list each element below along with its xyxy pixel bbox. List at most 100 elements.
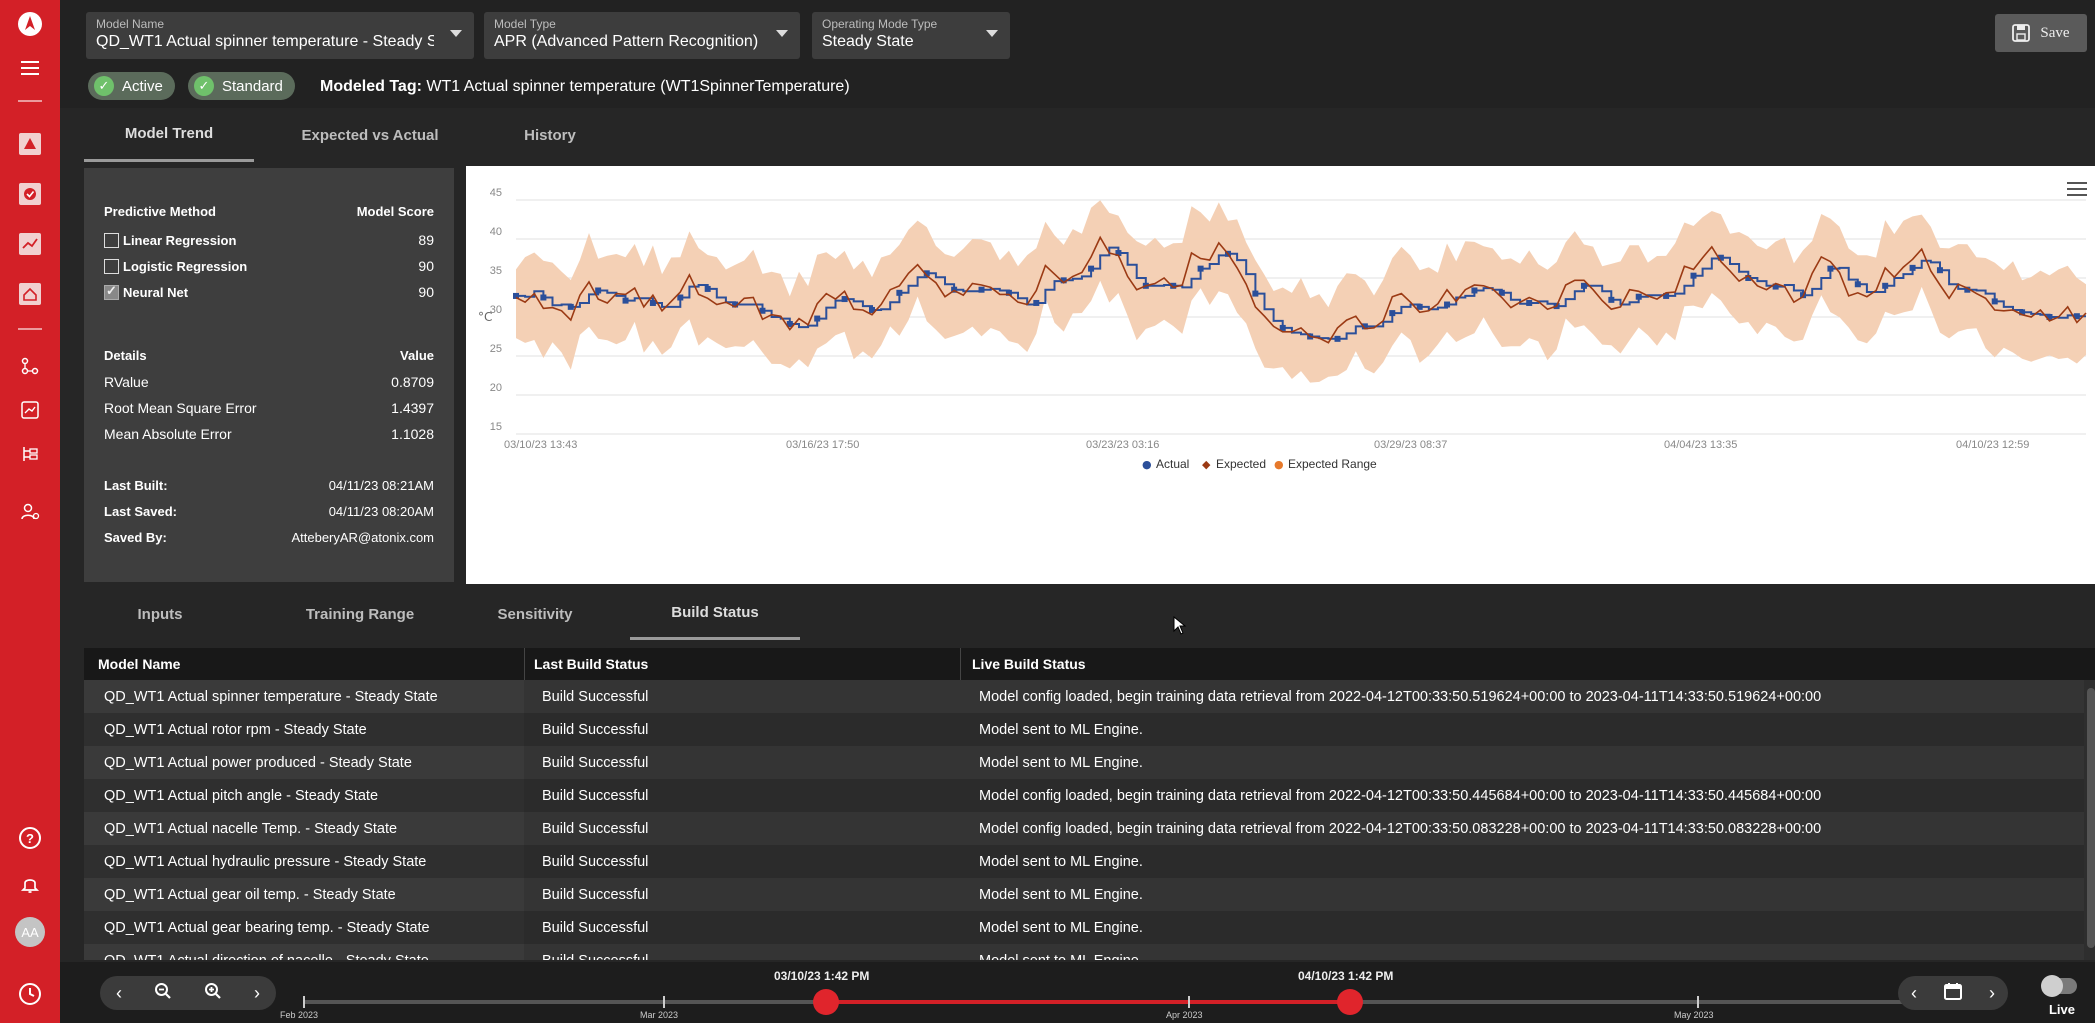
alert-icon[interactable] bbox=[10, 124, 50, 164]
hierarchy-icon[interactable] bbox=[10, 434, 50, 474]
actual-point bbox=[1088, 265, 1095, 272]
chevron-left-icon[interactable]: ‹ bbox=[1911, 983, 1917, 1004]
checkbox[interactable] bbox=[104, 258, 119, 274]
check-circle-icon[interactable] bbox=[10, 174, 50, 214]
help-icon[interactable]: ? bbox=[10, 818, 50, 858]
modeled-tag-label: Modeled Tag: bbox=[320, 78, 422, 95]
method-header-row: Predictive Method Model Score bbox=[104, 204, 434, 219]
build-row: Saved By: AtteberyAR@atonix.com bbox=[104, 530, 434, 545]
tab-build-status[interactable]: Build Status bbox=[630, 588, 800, 640]
detail-label: RValue bbox=[104, 374, 149, 390]
active-chip-label: Active bbox=[122, 77, 163, 95]
column-header-model-name[interactable]: Model Name bbox=[98, 656, 180, 672]
timeline-end-handle[interactable] bbox=[1337, 989, 1363, 1015]
detail-value: 1.4397 bbox=[391, 400, 434, 416]
save-button[interactable]: Save bbox=[1995, 14, 2087, 52]
user-settings-icon[interactable] bbox=[10, 492, 50, 532]
table-scrollbar[interactable] bbox=[2087, 688, 2095, 948]
checkbox[interactable] bbox=[104, 232, 119, 248]
build-label: Last Saved: bbox=[104, 504, 177, 519]
table-row[interactable]: QD_WT1 Actual pitch angle - Steady State… bbox=[84, 779, 2084, 812]
model-type-select[interactable]: Model Type APR (Advanced Pattern Recogni… bbox=[484, 12, 800, 59]
method-row: Linear Regression 89 bbox=[104, 232, 434, 248]
cell-last-build-status: Build Successful bbox=[542, 953, 648, 961]
avatar[interactable]: AA bbox=[10, 912, 50, 952]
expected-range-area bbox=[516, 200, 2086, 383]
model-network-icon[interactable] bbox=[10, 346, 50, 386]
actual-point bbox=[1444, 301, 1451, 308]
column-header-live-build[interactable]: Live Build Status bbox=[972, 656, 1086, 672]
live-toggle[interactable] bbox=[2041, 975, 2077, 997]
cell-live-build-status: Model sent to ML Engine. bbox=[979, 953, 1143, 961]
x-tick-label: 04/04/23 13:35 bbox=[1664, 439, 1737, 451]
table-row[interactable]: QD_WT1 Actual gear oil temp. - Steady St… bbox=[84, 878, 2084, 911]
timeline-month-label: May 2023 bbox=[1674, 1010, 1714, 1020]
method-option[interactable]: Linear Regression bbox=[104, 232, 236, 248]
timeline-zoom-controls: ‹ › bbox=[100, 976, 276, 1010]
legend-marker: ◆ bbox=[1202, 458, 1211, 471]
detail-label: Mean Absolute Error bbox=[104, 426, 232, 442]
table-row[interactable]: QD_WT1 Actual power produced - Steady St… bbox=[84, 746, 2084, 779]
bell-icon[interactable] bbox=[10, 864, 50, 904]
chevron-left-icon[interactable]: ‹ bbox=[116, 983, 122, 1004]
timeline-tick bbox=[1188, 996, 1190, 1008]
rail-divider bbox=[18, 328, 42, 330]
cell-live-build-status: Model config loaded, begin training data… bbox=[979, 787, 1822, 804]
detail-row: Mean Absolute Error 1.1028 bbox=[104, 426, 434, 442]
operating-mode-value: Steady State bbox=[822, 33, 914, 50]
tab-inputs[interactable]: Inputs bbox=[100, 588, 220, 640]
tab-sensitivity[interactable]: Sensitivity bbox=[460, 588, 610, 640]
active-chip[interactable]: ✓ Active bbox=[88, 72, 175, 100]
method-row: Neural Net 90 bbox=[104, 283, 434, 300]
operating-mode-select[interactable]: Operating Mode Type Steady State bbox=[812, 12, 1010, 59]
logo-icon[interactable] bbox=[10, 4, 50, 44]
tab-expected-vs-actual[interactable]: Expected vs Actual bbox=[270, 108, 470, 162]
method-option[interactable]: Neural Net bbox=[104, 283, 188, 300]
home-icon[interactable] bbox=[10, 274, 50, 314]
x-tick-label: 03/23/23 03:16 bbox=[1086, 439, 1159, 451]
cell-live-build-status: Model sent to ML Engine. bbox=[979, 853, 1143, 870]
chart-doc-icon[interactable] bbox=[10, 390, 50, 430]
menu-icon[interactable] bbox=[10, 48, 50, 88]
table-row[interactable]: QD_WT1 Actual direction of nacelle - Ste… bbox=[84, 944, 2084, 960]
chevron-right-icon[interactable]: › bbox=[254, 983, 260, 1004]
timeline-selected-range[interactable] bbox=[826, 1000, 1350, 1004]
trend-icon[interactable] bbox=[10, 224, 50, 264]
table-row[interactable]: QD_WT1 Actual hydraulic pressure - Stead… bbox=[84, 845, 2084, 878]
zoom-out-icon[interactable] bbox=[154, 982, 172, 1005]
tab-history[interactable]: History bbox=[480, 108, 620, 162]
actual-point bbox=[1197, 265, 1204, 272]
table-row[interactable]: QD_WT1 Actual rotor rpm - Steady State Bu… bbox=[84, 713, 2084, 746]
table-row[interactable]: QD_WT1 Actual spinner temperature - Stea… bbox=[84, 680, 2084, 713]
cell-live-build-status: Model sent to ML Engine. bbox=[979, 919, 1143, 936]
cell-last-build-status: Build Successful bbox=[542, 787, 649, 804]
actual-point bbox=[814, 315, 821, 322]
actual-point bbox=[1882, 282, 1889, 289]
table-row[interactable]: QD_WT1 Actual nacelle Temp. - Steady Sta… bbox=[84, 812, 2084, 845]
build-label: Saved By: bbox=[104, 530, 167, 545]
method-score: 90 bbox=[418, 284, 434, 300]
method-option[interactable]: Logistic Regression bbox=[104, 258, 247, 274]
top-bar: Model Name QD_WT1 Actual spinner tempera… bbox=[60, 0, 2095, 64]
zoom-in-icon[interactable] bbox=[204, 982, 222, 1005]
detail-row: Root Mean Square Error 1.4397 bbox=[104, 400, 434, 416]
chevron-right-icon[interactable]: › bbox=[1989, 983, 1995, 1004]
actual-point bbox=[1936, 267, 1943, 274]
chart-menu-icon[interactable] bbox=[2067, 182, 2087, 198]
clock-icon[interactable] bbox=[10, 974, 50, 1014]
build-label: Last Built: bbox=[104, 478, 168, 493]
timeline-start-handle[interactable] bbox=[813, 989, 839, 1015]
actual-point bbox=[1033, 299, 1040, 306]
column-header-last-build[interactable]: Last Build Status bbox=[534, 656, 648, 672]
standard-chip[interactable]: ✓ Standard bbox=[188, 72, 295, 100]
tab-training-range[interactable]: Training Range bbox=[270, 588, 450, 640]
model-name-select[interactable]: Model Name QD_WT1 Actual spinner tempera… bbox=[86, 12, 474, 59]
checkbox-checked[interactable] bbox=[104, 283, 119, 300]
y-tick-label: 45 bbox=[490, 187, 502, 199]
build-row: Last Saved: 04/11/23 08:20AM bbox=[104, 504, 434, 519]
table-row[interactable]: QD_WT1 Actual gear bearing temp. - Stead… bbox=[84, 911, 2084, 944]
tab-model-trend[interactable]: Model Trend bbox=[84, 108, 254, 162]
calendar-icon[interactable] bbox=[1943, 981, 1963, 1006]
side-rail: ? AA bbox=[0, 0, 60, 1023]
check-icon: ✓ bbox=[94, 76, 114, 96]
